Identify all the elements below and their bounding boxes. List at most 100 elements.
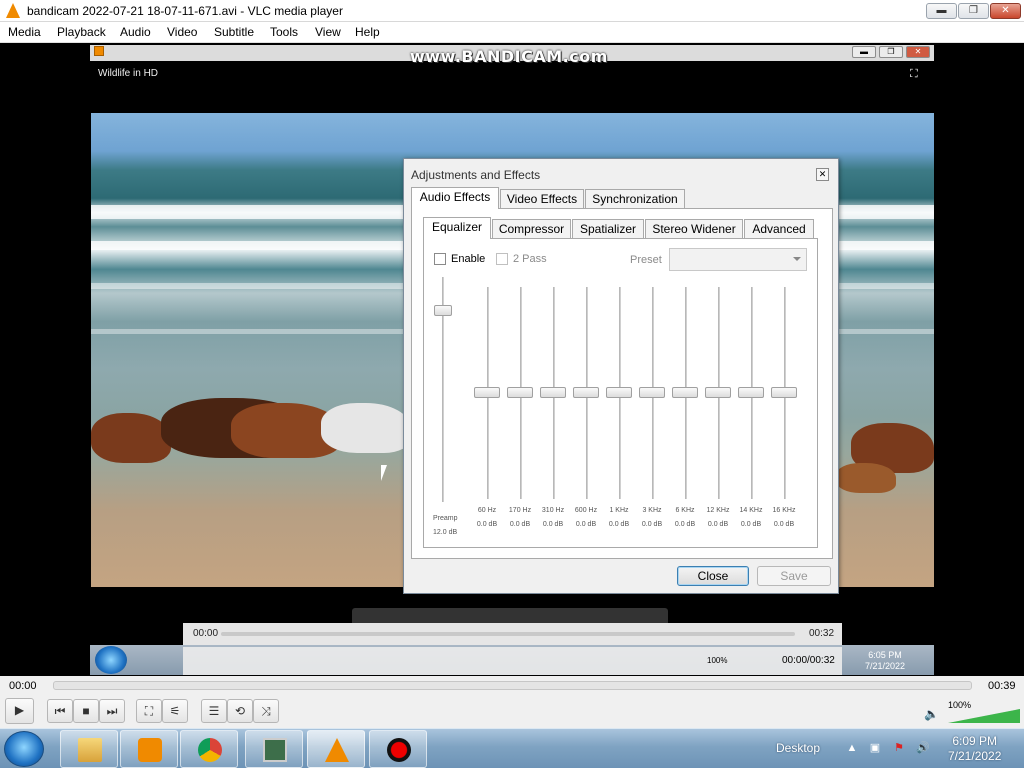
recorded-control-strip xyxy=(183,647,842,675)
recorded-time-display: 00:00/00:32 xyxy=(782,655,835,666)
menu-tools[interactable]: Tools xyxy=(270,25,298,39)
taskbar-media-player[interactable] xyxy=(120,730,178,768)
recorded-clock-date: 7/21/2022 xyxy=(865,661,906,671)
clock-date: 7/21/2022 xyxy=(948,749,1002,763)
previous-button[interactable]: ⏮ xyxy=(47,699,73,723)
seek-track[interactable] xyxy=(53,681,972,690)
taskbar-clock[interactable]: 6:09 PM 7/21/2022 xyxy=(948,734,1001,764)
taskbar-chrome[interactable] xyxy=(180,730,238,768)
recorded-seekbar: 00:00 00:32 xyxy=(183,623,842,645)
menu-subtitle[interactable]: Subtitle xyxy=(214,25,254,39)
band-slider-thumb[interactable] xyxy=(705,387,731,398)
taskbar-monitor-app[interactable] xyxy=(245,730,303,768)
band-frequency-label: 170 Hz xyxy=(508,507,532,514)
band-slider-thumb[interactable] xyxy=(771,387,797,398)
fullscreen-icon: ⛶ xyxy=(910,68,918,80)
volume-control[interactable]: 🔈 100% xyxy=(922,700,1020,724)
menu-media[interactable]: Media xyxy=(8,25,41,39)
maximize-button[interactable]: ❐ xyxy=(958,3,989,19)
recorded-total: 00:32 xyxy=(809,628,835,639)
loop-button[interactable]: ⟲ xyxy=(227,699,253,723)
band-frequency-label: 1 KHz xyxy=(609,507,629,514)
equalizer-panel: Enable 2 Pass Preset Preamp 12.0 dB 60 H… xyxy=(423,238,818,548)
band-slider-thumb[interactable] xyxy=(738,387,764,398)
recorded-close-icon: ✕ xyxy=(906,46,930,58)
menu-bar: Media Playback Audio Video Subtitle Tool… xyxy=(0,22,1024,43)
menu-view[interactable]: View xyxy=(315,25,341,39)
menu-video[interactable]: Video xyxy=(167,25,197,39)
band-db-label: 0.0 dB xyxy=(509,521,531,528)
band-frequency-label: 12 KHz xyxy=(706,507,730,514)
menu-playback[interactable]: Playback xyxy=(57,25,106,39)
windows-taskbar: Desktop ▲ ▣ ⚑ 🔊 6:09 PM 7/21/2022 xyxy=(0,728,1024,768)
tray-arrow-icon[interactable]: ▲ xyxy=(845,741,859,755)
tray-flag-icon[interactable]: ⚑ xyxy=(892,741,906,755)
stop-button[interactable]: ■ xyxy=(73,699,99,723)
tab-compressor[interactable]: Compressor xyxy=(492,219,571,239)
desktop-label[interactable]: Desktop xyxy=(776,741,820,755)
player-controls: ▶ ⏮ ■ ⏭ ⛶ ⚟ ☰ ⟲ ⤨ 🔈 100% xyxy=(0,698,1024,728)
fullscreen-button[interactable]: ⛶ xyxy=(136,699,162,723)
tray-volume-icon[interactable]: 🔊 xyxy=(916,741,930,755)
recorded-restore-icon: ❐ xyxy=(879,46,903,58)
tab-video-effects[interactable]: Video Effects xyxy=(500,189,584,209)
tab-spatializer[interactable]: Spatializer xyxy=(572,219,644,239)
preamp-value: 12.0 dB xyxy=(433,529,458,536)
start-button[interactable] xyxy=(4,731,44,767)
save-button[interactable]: Save xyxy=(757,566,831,586)
recorded-minimize-icon: ▬ xyxy=(852,46,876,58)
menu-help[interactable]: Help xyxy=(355,25,380,39)
band-slider-thumb[interactable] xyxy=(507,387,533,398)
tab-audio-effects[interactable]: Audio Effects xyxy=(411,187,499,209)
enable-label: Enable xyxy=(451,253,486,265)
close-dialog-button[interactable]: Close xyxy=(677,566,749,586)
monitor-icon xyxy=(263,738,287,762)
folder-icon xyxy=(78,738,102,762)
shuffle-button[interactable]: ⤨ xyxy=(253,699,279,723)
band-db-label: 0.0 dB xyxy=(773,521,795,528)
horse-shape xyxy=(91,413,171,463)
close-button[interactable]: ✕ xyxy=(990,3,1021,19)
playlist-button[interactable]: ☰ xyxy=(201,699,227,723)
extended-settings-button[interactable]: ⚟ xyxy=(162,699,188,723)
dialog-close-icon[interactable]: ✕ xyxy=(816,168,829,181)
next-button[interactable]: ⏭ xyxy=(99,699,125,723)
clock-time: 6:09 PM xyxy=(952,734,998,748)
tab-stereo-widener[interactable]: Stereo Widener xyxy=(645,219,743,239)
taskbar-bandicam[interactable] xyxy=(369,730,427,768)
speaker-icon[interactable]: 🔈 xyxy=(924,707,939,721)
enable-checkbox[interactable] xyxy=(434,253,446,265)
band-db-label: 0.0 dB xyxy=(674,521,696,528)
band-db-label: 0.0 dB xyxy=(575,521,597,528)
band-slider-thumb[interactable] xyxy=(540,387,566,398)
band-db-label: 0.0 dB xyxy=(476,521,498,528)
menu-audio[interactable]: Audio xyxy=(120,25,151,39)
tab-synchronization[interactable]: Synchronization xyxy=(585,189,685,209)
tab-equalizer[interactable]: Equalizer xyxy=(423,217,491,239)
band-slider-thumb[interactable] xyxy=(672,387,698,398)
taskbar-explorer[interactable] xyxy=(60,730,118,768)
preset-select[interactable] xyxy=(669,248,807,271)
taskbar-vlc[interactable] xyxy=(307,730,365,768)
record-icon xyxy=(387,738,411,762)
window-titlebar: bandicam 2022-07-21 18-07-11-671.avi - V… xyxy=(0,0,1024,22)
recorded-elapsed: 00:00 xyxy=(193,628,219,639)
preamp-label: Preamp xyxy=(433,515,458,522)
band-slider-thumb[interactable] xyxy=(606,387,632,398)
band-db-label: 0.0 dB xyxy=(707,521,729,528)
twopass-checkbox[interactable] xyxy=(496,253,508,265)
tab-advanced[interactable]: Advanced xyxy=(744,219,814,239)
volume-slider-fill[interactable] xyxy=(948,709,1020,723)
band-slider-thumb[interactable] xyxy=(573,387,599,398)
total-time: 00:39 xyxy=(988,680,1016,692)
band-slider-thumb[interactable] xyxy=(474,387,500,398)
play-button[interactable]: ▶ xyxy=(5,698,34,724)
preset-label: Preset xyxy=(630,254,662,266)
preamp-slider-thumb[interactable] xyxy=(434,304,452,316)
recorded-start-icon xyxy=(95,646,127,674)
band-slider-thumb[interactable] xyxy=(639,387,665,398)
tray-network-icon[interactable]: ▣ xyxy=(868,741,882,755)
elapsed-time: 00:00 xyxy=(9,680,37,692)
minimize-button[interactable]: ▬ xyxy=(926,3,957,19)
seekbar: 00:00 00:39 xyxy=(0,676,1024,698)
